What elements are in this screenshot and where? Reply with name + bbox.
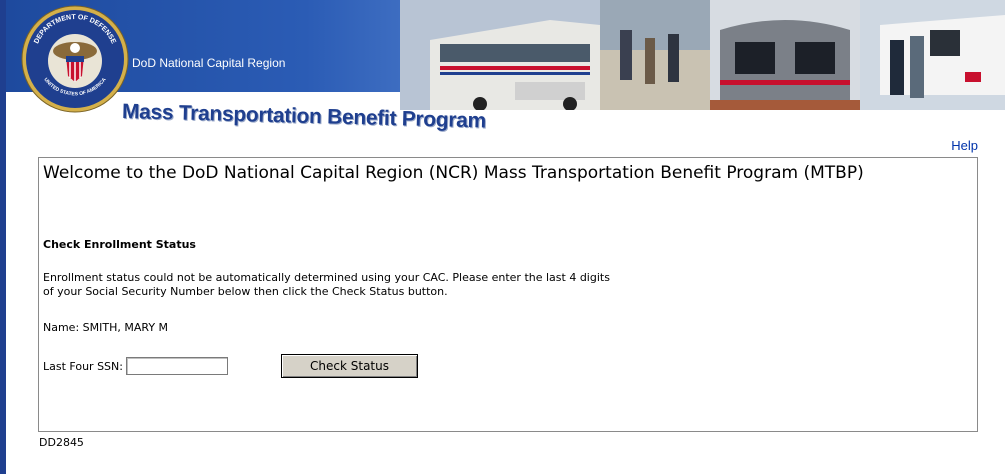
help-link[interactable]: Help bbox=[951, 138, 978, 153]
instruction-text: Enrollment status could not be automatic… bbox=[43, 271, 863, 299]
ssn-label: Last Four SSN: bbox=[43, 359, 123, 373]
station-photo bbox=[600, 0, 710, 110]
header-banner: DEPARTMENT OF DEFENSE UNITED STATES OF A… bbox=[6, 0, 1005, 140]
enrollment-panel: Welcome to the DoD National Capital Regi… bbox=[38, 157, 978, 432]
ssn-row: Last Four SSN: bbox=[43, 357, 228, 375]
name-row: Name: SMITH, MARY M bbox=[43, 321, 168, 334]
transit-photo-strip bbox=[400, 0, 1005, 110]
instruction-line-2: of your Social Security Number below the… bbox=[43, 285, 448, 298]
metro-train-photo bbox=[710, 0, 860, 110]
check-status-button[interactable]: Check Status bbox=[281, 354, 418, 378]
region-name: DoD National Capital Region bbox=[132, 56, 286, 70]
dod-seal-logo: DEPARTMENT OF DEFENSE UNITED STATES OF A… bbox=[21, 5, 129, 113]
name-label: Name: bbox=[43, 321, 80, 334]
instruction-line-1: Enrollment status could not be automatic… bbox=[43, 271, 610, 284]
name-value: SMITH, MARY M bbox=[82, 321, 169, 334]
section-title: Check Enrollment Status bbox=[43, 238, 196, 251]
page-code: DD2845 bbox=[39, 436, 84, 449]
welcome-heading: Welcome to the DoD National Capital Regi… bbox=[43, 163, 864, 183]
last-four-ssn-input[interactable] bbox=[125, 357, 228, 375]
van-photo bbox=[860, 0, 1005, 110]
